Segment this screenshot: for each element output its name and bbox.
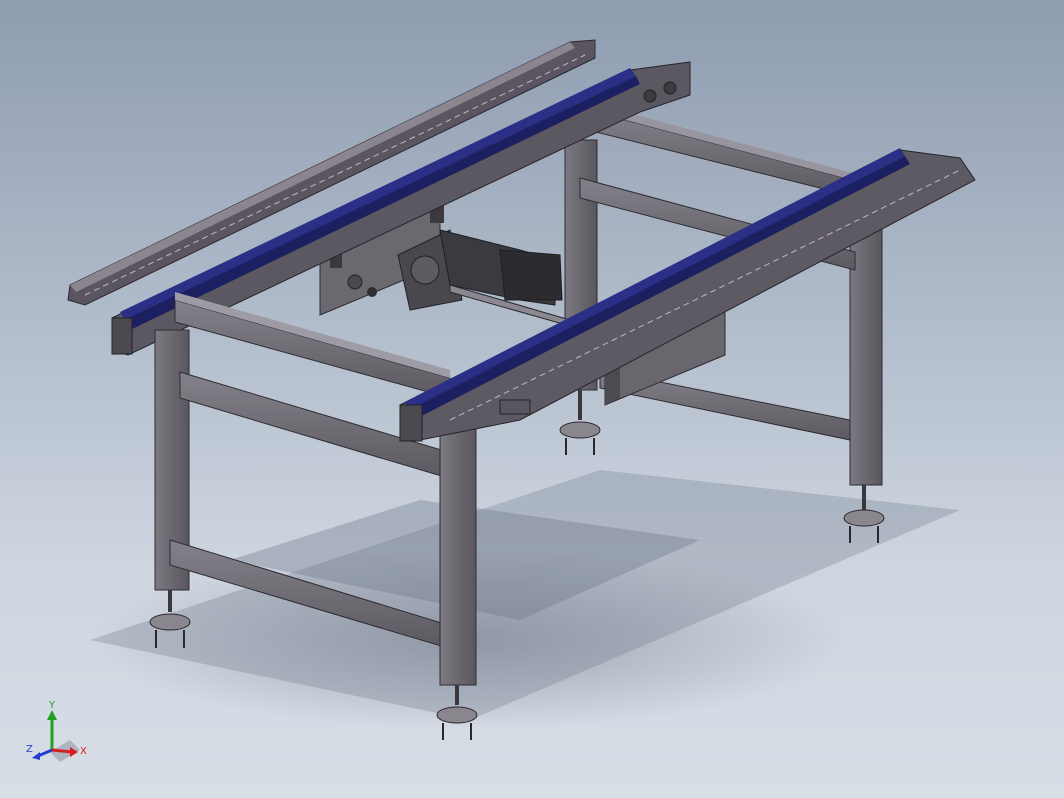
- z-axis-line: [37, 748, 53, 758]
- coordinate-triad: Y X Z: [26, 700, 87, 762]
- x-axis-line: [51, 748, 73, 754]
- conveyor-model[interactable]: [0, 0, 1064, 798]
- z-axis-label: Z: [26, 744, 33, 755]
- y-axis-label: Y: [48, 700, 56, 711]
- x-axis-label: X: [80, 746, 87, 757]
- motor: [439, 229, 571, 327]
- y-axis-arrow: [47, 710, 57, 720]
- front-top-beam: [174, 292, 451, 399]
- z-axis-arrow: [32, 752, 40, 760]
- graphics-viewport[interactable]: Y X Z: [0, 0, 1064, 798]
- ground-shadow: [90, 470, 960, 730]
